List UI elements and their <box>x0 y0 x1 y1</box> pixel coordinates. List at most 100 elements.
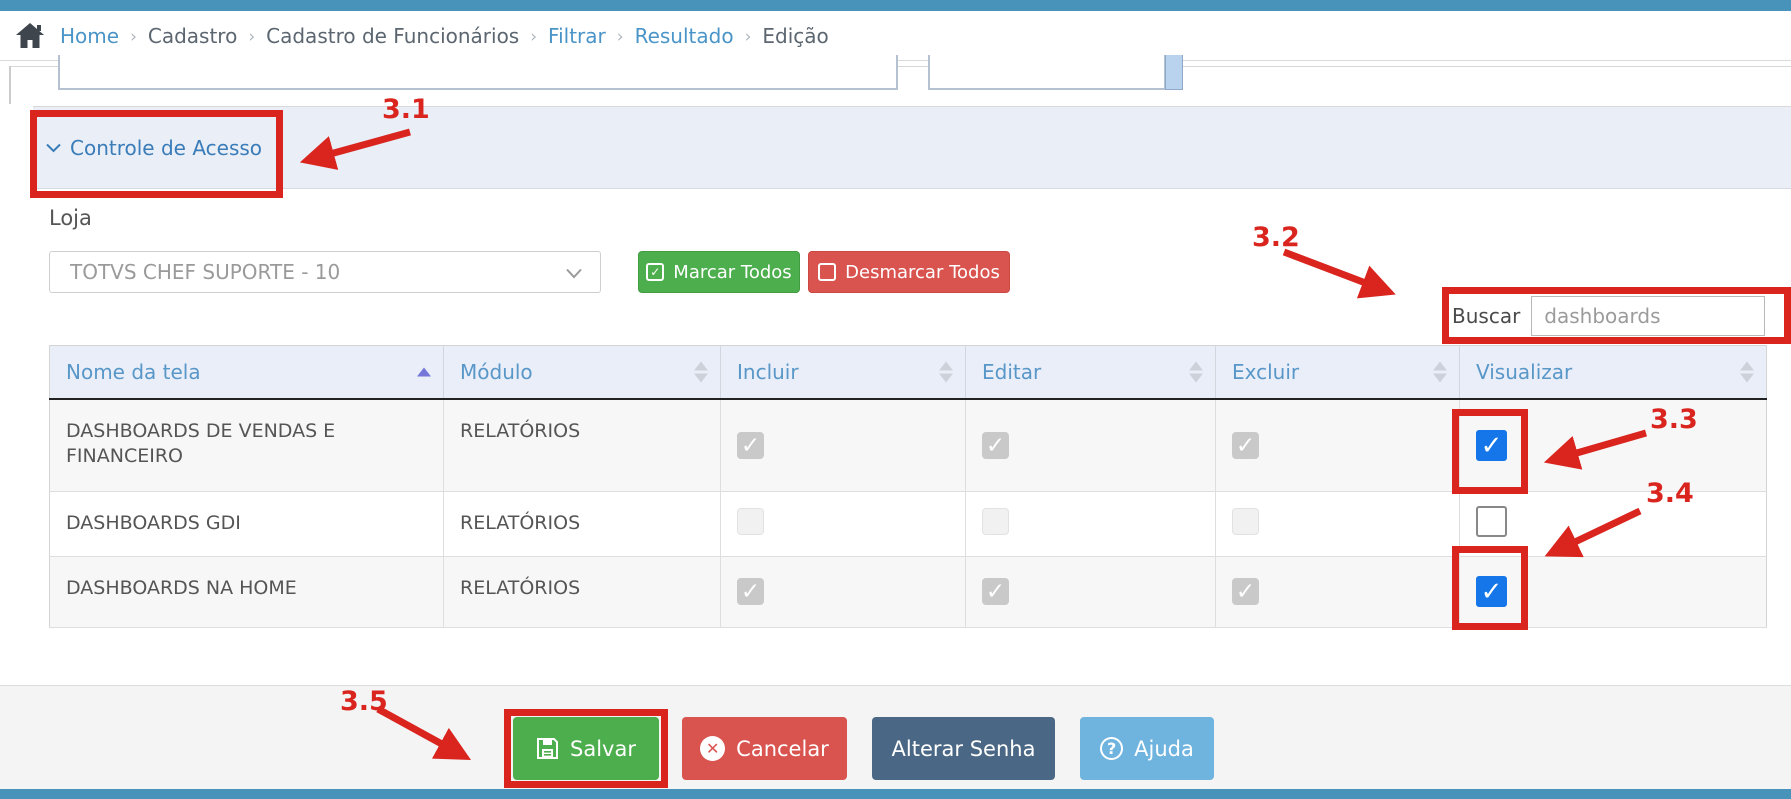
visualizar-checkbox[interactable] <box>1476 429 1507 461</box>
visualizar-checkbox[interactable] <box>1476 506 1507 537</box>
visualizar-cell <box>1459 399 1767 492</box>
column-header-incluir[interactable]: Incluir <box>720 345 966 400</box>
screen-name-cell: DASHBOARDS GDI <box>49 491 444 557</box>
form-left-border <box>9 66 11 104</box>
chevron-down-icon <box>46 143 61 152</box>
search-input[interactable] <box>1531 296 1766 336</box>
table-row: DASHBOARDS DE VENDAS E FINANCEIRO RELATÓR… <box>49 399 1767 492</box>
input-addon[interactable] <box>1165 55 1183 90</box>
bottom-accent-bar <box>0 789 1791 799</box>
empty-box-icon <box>818 263 837 281</box>
column-header-visualizar[interactable]: Visualizar <box>1459 345 1767 400</box>
store-label: Loja <box>49 206 92 230</box>
sort-icon <box>1189 361 1203 383</box>
sort-icon <box>694 361 708 383</box>
incluir-checkbox <box>737 578 764 605</box>
help-icon: ? <box>1100 737 1124 760</box>
checked-box-icon: ✓ <box>646 263 665 281</box>
visualizar-cell <box>1459 556 1767 628</box>
editar-checkbox <box>982 578 1009 605</box>
breadcrumb-item-cadastro: Cadastro <box>147 23 238 48</box>
incluir-cell <box>720 556 966 628</box>
breadcrumb-item-home[interactable]: Home <box>60 24 119 48</box>
column-header-editar[interactable]: Editar <box>965 345 1216 400</box>
visualizar-cell <box>1459 491 1767 557</box>
excluir-checkbox <box>1232 508 1259 535</box>
breadcrumb-separator: › <box>616 26 624 47</box>
excluir-cell <box>1215 399 1460 492</box>
search-label: Buscar <box>1452 304 1521 328</box>
sort-icon <box>1740 361 1754 383</box>
column-header-label: Editar <box>982 360 1042 384</box>
excluir-cell <box>1215 491 1460 557</box>
module-cell: RELATÓRIOS <box>443 556 721 628</box>
breadcrumb-item-cadastro-de-funcionarios: Cadastro de Funcionários <box>266 23 520 48</box>
home-icon[interactable] <box>15 22 45 50</box>
top-accent-bar <box>0 0 1791 11</box>
screen-name-cell: DASHBOARDS DE VENDAS E FINANCEIRO <box>49 399 444 492</box>
unmark-all-button[interactable]: Desmarcar Todos <box>808 251 1010 293</box>
footer-bar: Salvar ✕ Cancelar Alterar Senha ? Ajuda <box>0 686 1791 789</box>
column-header-label: Módulo <box>460 360 533 384</box>
app-window: Home › Cadastro › Cadastro de Funcionários › F… <box>0 0 1791 799</box>
visualizar-checkbox[interactable] <box>1476 576 1507 607</box>
excluir-cell <box>1215 556 1460 628</box>
table-row: DASHBOARDS GDI RELATÓRIOS <box>49 491 1767 557</box>
incluir-checkbox <box>737 508 764 535</box>
incluir-cell <box>720 491 966 557</box>
breadcrumb-item-filtrar[interactable]: Filtrar <box>548 24 606 48</box>
module-cell: RELATÓRIOS <box>443 399 721 492</box>
save-button[interactable]: Salvar <box>513 717 659 780</box>
sort-ascending-icon <box>417 367 431 377</box>
unmark-all-label: Desmarcar Todos <box>845 261 1000 283</box>
breadcrumb-separator: › <box>530 26 538 47</box>
save-label: Salvar <box>570 736 636 761</box>
screen-name-cell: DASHBOARDS NA HOME <box>49 556 444 628</box>
sort-icon <box>1433 361 1447 383</box>
store-select-value: TOTVS CHEF SUPORTE - 10 <box>70 260 341 284</box>
cancel-icon: ✕ <box>700 736 726 761</box>
breadcrumb-item-edicao: Edição <box>762 23 829 48</box>
editar-checkbox <box>982 508 1009 535</box>
truncated-spinner-input[interactable] <box>928 55 1183 90</box>
module-cell: RELATÓRIOS <box>443 491 721 557</box>
editar-cell <box>965 556 1216 628</box>
annotation-label-3-2: 3.2 <box>1252 222 1300 253</box>
breadcrumb-item-resultado[interactable]: Resultado <box>635 24 734 48</box>
sort-icon <box>939 361 953 383</box>
breadcrumb-separator: › <box>744 26 752 47</box>
excluir-checkbox <box>1232 431 1259 459</box>
search-area: Buscar <box>1452 296 1766 336</box>
incluir-cell <box>720 399 966 492</box>
column-header-excluir[interactable]: Excluir <box>1215 345 1460 400</box>
change-password-label: Alterar Senha <box>891 736 1036 761</box>
table-body: DASHBOARDS DE VENDAS E FINANCEIRO RELATÓR… <box>49 399 1767 628</box>
column-header-label: Nome da tela <box>66 360 201 384</box>
help-button[interactable]: ? Ajuda <box>1080 717 1214 780</box>
access-panel-header[interactable]: Controle de Acesso <box>33 106 1791 189</box>
column-header-label: Visualizar <box>1476 360 1573 384</box>
mark-all-button[interactable]: ✓ Marcar Todos <box>638 251 800 293</box>
editar-checkbox <box>982 431 1009 459</box>
column-header-label: Excluir <box>1232 360 1300 384</box>
permissions-table: Nome da tela Módulo Incluir Editar Excluir Vi… <box>49 345 1767 628</box>
save-icon <box>537 738 559 759</box>
truncated-text-input[interactable] <box>58 55 898 90</box>
incluir-checkbox <box>737 431 764 459</box>
breadcrumb-bar: Home › Cadastro › Cadastro de Funcionários › F… <box>0 11 1791 61</box>
footer-buttons: Salvar ✕ Cancelar Alterar Senha ? Ajuda <box>513 717 1214 780</box>
table-row: DASHBOARDS NA HOME RELATÓRIOS <box>49 556 1767 628</box>
breadcrumb: Home › Cadastro › Cadastro de Funcionários › F… <box>60 24 829 48</box>
column-header-modulo[interactable]: Módulo <box>443 345 721 400</box>
column-header-nome-da-tela[interactable]: Nome da tela <box>49 345 444 400</box>
cancel-label: Cancelar <box>736 736 829 761</box>
column-header-label: Incluir <box>737 360 799 384</box>
change-password-button[interactable]: Alterar Senha <box>872 717 1055 780</box>
breadcrumb-separator: › <box>130 26 137 47</box>
cancel-button[interactable]: ✕ Cancelar <box>682 717 847 780</box>
store-select[interactable]: TOTVS CHEF SUPORTE - 10 <box>49 251 601 293</box>
help-label: Ajuda <box>1134 736 1194 761</box>
access-panel-title: Controle de Acesso <box>70 135 263 160</box>
editar-cell <box>965 399 1216 492</box>
excluir-checkbox <box>1232 578 1259 605</box>
